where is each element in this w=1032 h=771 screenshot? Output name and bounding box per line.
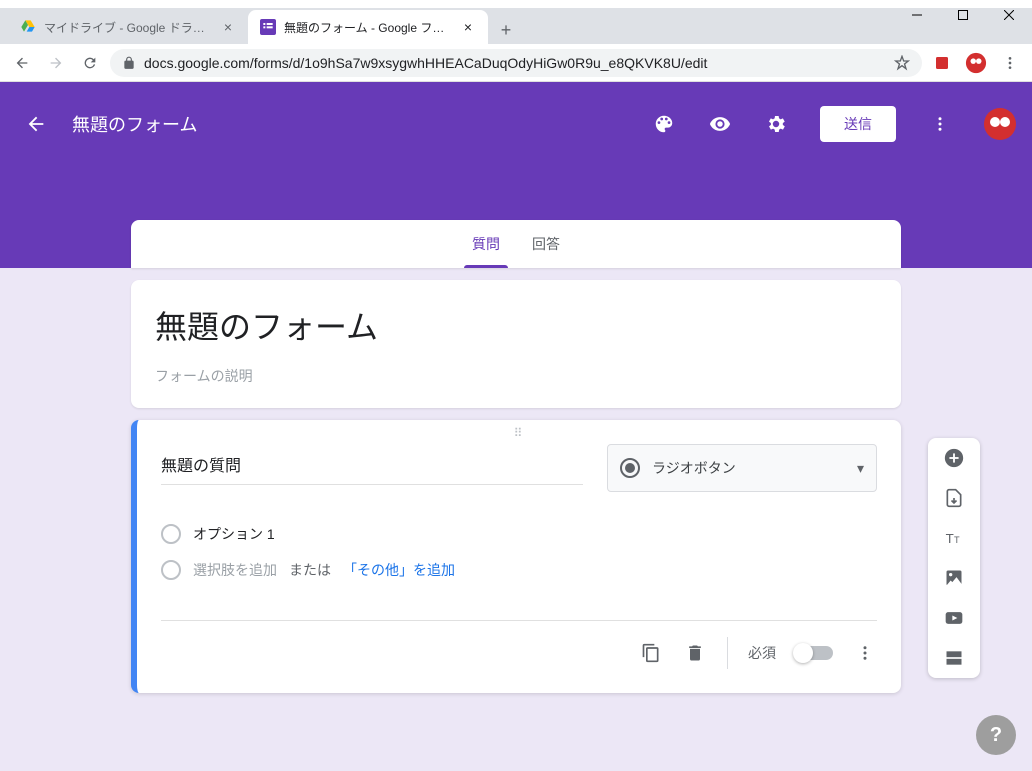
side-toolbar: TT <box>928 438 980 678</box>
close-icon[interactable]: × <box>460 19 476 35</box>
or-label: または <box>289 560 331 580</box>
tab-title: 無題のフォーム - Google フォーム <box>284 19 452 36</box>
question-type-label: ラジオボタン <box>652 458 736 478</box>
address-bar[interactable]: docs.google.com/forms/d/1o9hSa7w9xsygwhH… <box>110 49 922 77</box>
new-tab-button[interactable]: + <box>492 16 520 44</box>
add-title-icon[interactable]: TT <box>942 526 966 550</box>
radio-icon <box>620 458 640 478</box>
extension-icon[interactable] <box>928 49 956 77</box>
back-button[interactable] <box>8 49 36 77</box>
form-tabs: 質問 回答 <box>131 220 901 268</box>
account-avatar[interactable] <box>984 108 1016 140</box>
form-container: 質問 回答 無題のフォーム フォームの説明 ⠿ 無題の質問 ラジオボタン ▾ オ… <box>131 220 901 693</box>
form-description-input[interactable]: フォームの説明 <box>155 366 877 386</box>
browser-tabstrip: マイドライブ - Google ドライブ × 無題のフォーム - Google … <box>0 8 1032 44</box>
form-title-input[interactable]: 無題のフォーム <box>155 302 877 348</box>
drag-handle-icon[interactable]: ⠿ <box>514 426 525 440</box>
lock-icon <box>122 56 136 70</box>
question-type-select[interactable]: ラジオボタン ▾ <box>607 444 877 492</box>
import-questions-icon[interactable] <box>942 486 966 510</box>
required-toggle[interactable] <box>796 646 833 660</box>
options-list: オプション 1 選択肢を追加 または 「その他」を追加 <box>161 516 877 588</box>
bookmark-icon[interactable] <box>894 55 910 71</box>
browser-tab-drive[interactable]: マイドライブ - Google ドライブ × <box>8 10 248 44</box>
question-footer: 必須 <box>161 620 877 669</box>
tab-title: マイドライブ - Google ドライブ <box>44 19 212 36</box>
browser-tab-forms[interactable]: 無題のフォーム - Google フォーム × <box>248 10 488 44</box>
add-section-icon[interactable] <box>942 646 966 670</box>
window-controls <box>894 0 1032 30</box>
required-label: 必須 <box>748 643 776 663</box>
drive-icon <box>20 19 36 35</box>
option-label[interactable]: オプション 1 <box>193 524 275 544</box>
send-button[interactable]: 送信 <box>820 106 896 142</box>
forms-icon <box>260 19 276 35</box>
preview-icon[interactable] <box>700 104 740 144</box>
minimize-button[interactable] <box>894 0 940 30</box>
duplicate-icon[interactable] <box>639 641 663 665</box>
browser-menu-button[interactable] <box>996 49 1024 77</box>
settings-icon[interactable] <box>756 104 796 144</box>
add-other-button[interactable]: 「その他」を追加 <box>343 560 455 580</box>
url-text: docs.google.com/forms/d/1o9hSa7w9xsygwhH… <box>144 55 886 71</box>
forms-app: 無題のフォーム 送信 質問 回答 無題のフォーム フォームの説明 ⠿ 無題の質問… <box>0 82 1032 771</box>
radio-icon <box>161 560 181 580</box>
add-video-icon[interactable] <box>942 606 966 630</box>
delete-icon[interactable] <box>683 641 707 665</box>
reload-button[interactable] <box>76 49 104 77</box>
forward-button[interactable] <box>42 49 70 77</box>
maximize-button[interactable] <box>940 0 986 30</box>
form-header-card[interactable]: 無題のフォーム フォームの説明 <box>131 280 901 408</box>
svg-text:T: T <box>954 535 960 545</box>
tab-responses[interactable]: 回答 <box>516 220 576 268</box>
svg-text:T: T <box>946 531 954 546</box>
add-question-icon[interactable] <box>942 446 966 470</box>
profile-icon[interactable] <box>962 49 990 77</box>
radio-icon <box>161 524 181 544</box>
chevron-down-icon: ▾ <box>857 460 864 477</box>
tab-questions[interactable]: 質問 <box>456 220 516 268</box>
question-more-icon[interactable] <box>853 641 877 665</box>
palette-icon[interactable] <box>644 104 684 144</box>
browser-toolbar: docs.google.com/forms/d/1o9hSa7w9xsygwhH… <box>0 44 1032 82</box>
more-icon[interactable] <box>920 104 960 144</box>
question-title-input[interactable]: 無題の質問 <box>161 444 583 485</box>
back-arrow-button[interactable] <box>16 104 56 144</box>
add-option-button[interactable]: 選択肢を追加 <box>193 560 277 580</box>
close-window-button[interactable] <box>986 0 1032 30</box>
option-row[interactable]: オプション 1 <box>161 516 877 552</box>
app-header: 無題のフォーム 送信 <box>0 100 1032 148</box>
add-image-icon[interactable] <box>942 566 966 590</box>
help-button[interactable]: ? <box>976 715 1016 755</box>
separator <box>727 637 728 669</box>
question-card[interactable]: ⠿ 無題の質問 ラジオボタン ▾ オプション 1 選択肢を追加 または <box>131 420 901 693</box>
add-option-row: 選択肢を追加 または 「その他」を追加 <box>161 552 877 588</box>
form-title-header[interactable]: 無題のフォーム <box>72 111 628 137</box>
close-icon[interactable]: × <box>220 19 236 35</box>
